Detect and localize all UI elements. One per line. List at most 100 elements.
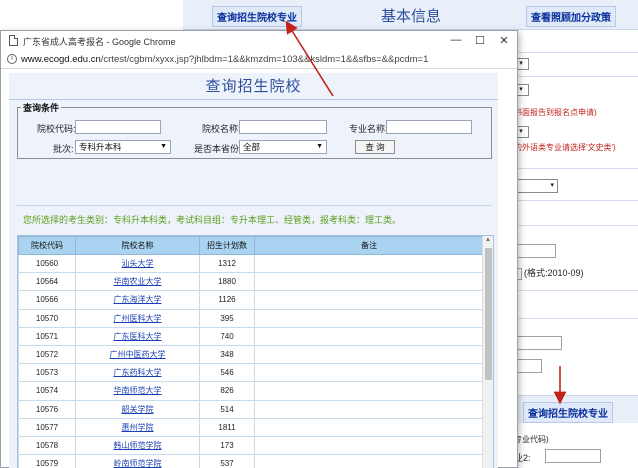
- query-button[interactable]: 查 询: [355, 140, 395, 154]
- table-row: 10571 广东医科大学 740: [18, 326, 484, 346]
- form-input-3[interactable]: [514, 359, 542, 373]
- red-note-written-report: 书面报告到报名点申请): [514, 108, 597, 117]
- note-cell: [254, 290, 484, 310]
- plan-count-cell: 826: [199, 381, 255, 401]
- query-schools-majors-button-top[interactable]: 查询招生院校专业: [212, 6, 302, 27]
- school-code-cell: 10572: [18, 344, 76, 365]
- school-code-cell: 10564: [18, 272, 76, 292]
- plan-count-cell: 1312: [199, 253, 255, 274]
- address-bar[interactable]: i www.ecogd.edu.cn/crtest/cgbm/xyxx.jsp?…: [1, 51, 517, 69]
- school-code-input[interactable]: [75, 120, 161, 134]
- note-cell: [254, 308, 484, 328]
- batch-select[interactable]: 专科升本科 ▼: [75, 140, 171, 154]
- school-code-cell: 10570: [18, 308, 76, 328]
- school-name-link[interactable]: 广东医科大学: [75, 326, 200, 346]
- school-name-link[interactable]: 岭南师范学院: [75, 454, 200, 468]
- school-name-link[interactable]: 广东海洋大学: [75, 290, 200, 310]
- batch-select-value: 专科升本科: [79, 142, 122, 152]
- note-cell: [254, 326, 484, 346]
- plan-count-cell: 537: [199, 454, 255, 468]
- view-bonus-policy-button[interactable]: 查看照顾加分政策: [526, 6, 616, 27]
- window-titlebar: 广东省成人高考报名 - Google Chrome — ☐ ✕: [1, 31, 517, 51]
- table-header-cell: 院校代码: [18, 236, 76, 255]
- school-name-link[interactable]: 惠州学院: [75, 417, 200, 437]
- note-cell: [254, 272, 484, 292]
- chevron-down-icon: ▼: [160, 143, 167, 150]
- table-row: 10566 广东海洋大学 1126: [18, 290, 484, 310]
- form-input-2[interactable]: [514, 336, 562, 350]
- school-name-link[interactable]: 汕头大学: [75, 253, 200, 274]
- form-divider: [510, 225, 638, 226]
- form-divider: [510, 200, 638, 201]
- note-cell: [254, 399, 484, 419]
- url-text[interactable]: www.ecogd.edu.cn/crtest/cgbm/xyxx.jsp?jh…: [21, 54, 428, 65]
- red-note-foreign-language: 的外语类专业请选择'文史类'): [514, 143, 616, 152]
- plan-count-cell: 395: [199, 308, 255, 328]
- school-code-cell: 10579: [18, 454, 76, 468]
- url-host: www.ecogd.edu.cn: [21, 54, 101, 65]
- info-icon[interactable]: i: [7, 54, 17, 64]
- school-code-cell: 10578: [18, 435, 76, 456]
- plan-count-cell: 546: [199, 363, 255, 383]
- school-name-link[interactable]: 华南师范大学: [75, 381, 200, 401]
- school-code-cell: 10573: [18, 363, 76, 383]
- school-name-link[interactable]: 广东药科大学: [75, 363, 200, 383]
- school-code-cell: 10566: [18, 290, 76, 310]
- form-input-1[interactable]: [514, 244, 556, 258]
- table-row: 10574 华南师范大学 826: [18, 381, 484, 401]
- table-row: 10560 汕头大学 1312: [18, 253, 484, 274]
- table-row: 10570 广州医科大学 395: [18, 308, 484, 328]
- table-row: 10564 华南农业大学 1880: [18, 272, 484, 292]
- page-document-icon: [9, 35, 18, 46]
- form-divider: [510, 290, 638, 291]
- school-name-input[interactable]: [239, 120, 327, 134]
- school-code-cell: 10574: [18, 381, 76, 401]
- close-button[interactable]: ✕: [497, 34, 511, 47]
- school-name-link[interactable]: 广州中医药大学: [75, 344, 200, 365]
- maximize-button[interactable]: ☐: [473, 34, 487, 47]
- school-name-link[interactable]: 韶关学院: [75, 399, 200, 419]
- table-row: 10572 广州中医药大学 348: [18, 344, 484, 365]
- form-select-4[interactable]: ▾: [514, 179, 558, 193]
- schools-table: 院校代码 院校名称 招生计划数 备注 10560 汕头大学 1312 10564 华南农业大学…: [18, 236, 484, 468]
- plan-count-cell: 1126: [199, 290, 255, 310]
- plan-count-cell: 1880: [199, 272, 255, 292]
- major-name-label: 专业名称:: [349, 124, 388, 134]
- school-name-link[interactable]: 广州医科大学: [75, 308, 200, 328]
- url-path: /crtest/cgbm/xyxx.jsp?jhlbdm=1&&kmzdm=10…: [100, 54, 429, 65]
- local-province-select[interactable]: 全部 ▼: [239, 140, 327, 154]
- plan-count-cell: 173: [199, 435, 255, 456]
- form-divider: [510, 318, 638, 319]
- major-2-input[interactable]: [545, 449, 601, 463]
- schools-table-container: 院校代码 院校名称 招生计划数 备注 10560 汕头大学 1312 10564 华南农业大学…: [17, 235, 494, 468]
- local-province-label: 是否本省份:: [194, 144, 242, 154]
- table-header-cell: 备注: [254, 236, 484, 255]
- basic-info-title: 基本信息: [381, 8, 442, 25]
- note-cell: [254, 363, 484, 383]
- note-cell: [254, 253, 484, 274]
- table-scrollbar[interactable]: ▲: [482, 236, 493, 468]
- table-row: 10577 惠州学院 1811: [18, 417, 484, 437]
- scroll-up-arrow-icon[interactable]: ▲: [485, 237, 491, 243]
- note-cell: [254, 417, 484, 437]
- date-format-row: (格式:2010-09): [514, 266, 584, 280]
- school-name-link[interactable]: 韩山师范学院: [75, 435, 200, 456]
- minimize-button[interactable]: —: [449, 34, 463, 46]
- form-divider: [510, 52, 638, 53]
- plan-count-cell: 348: [199, 344, 255, 365]
- batch-label: 批次:: [53, 144, 74, 154]
- window-title: 广东省成人高考报名 - Google Chrome: [23, 37, 176, 47]
- school-code-cell: 10577: [18, 417, 76, 437]
- table-header-cell: 招生计划数: [199, 236, 255, 255]
- query-schools-majors-button-bottom[interactable]: 查询招生院校专业: [523, 402, 613, 423]
- scrollbar-thumb[interactable]: [485, 248, 492, 380]
- school-code-label: 院校代码:: [37, 124, 76, 134]
- school-code-cell: 10560: [18, 253, 76, 274]
- school-name-link[interactable]: 华南农业大学: [75, 272, 200, 292]
- form-divider: [510, 76, 638, 77]
- local-province-value: 全部: [243, 142, 261, 152]
- major-code-note: 专业代码): [514, 435, 549, 444]
- table-header-cell: 院校名称: [75, 236, 200, 255]
- chevron-down-icon: ▼: [316, 143, 323, 150]
- major-name-input[interactable]: [386, 120, 472, 134]
